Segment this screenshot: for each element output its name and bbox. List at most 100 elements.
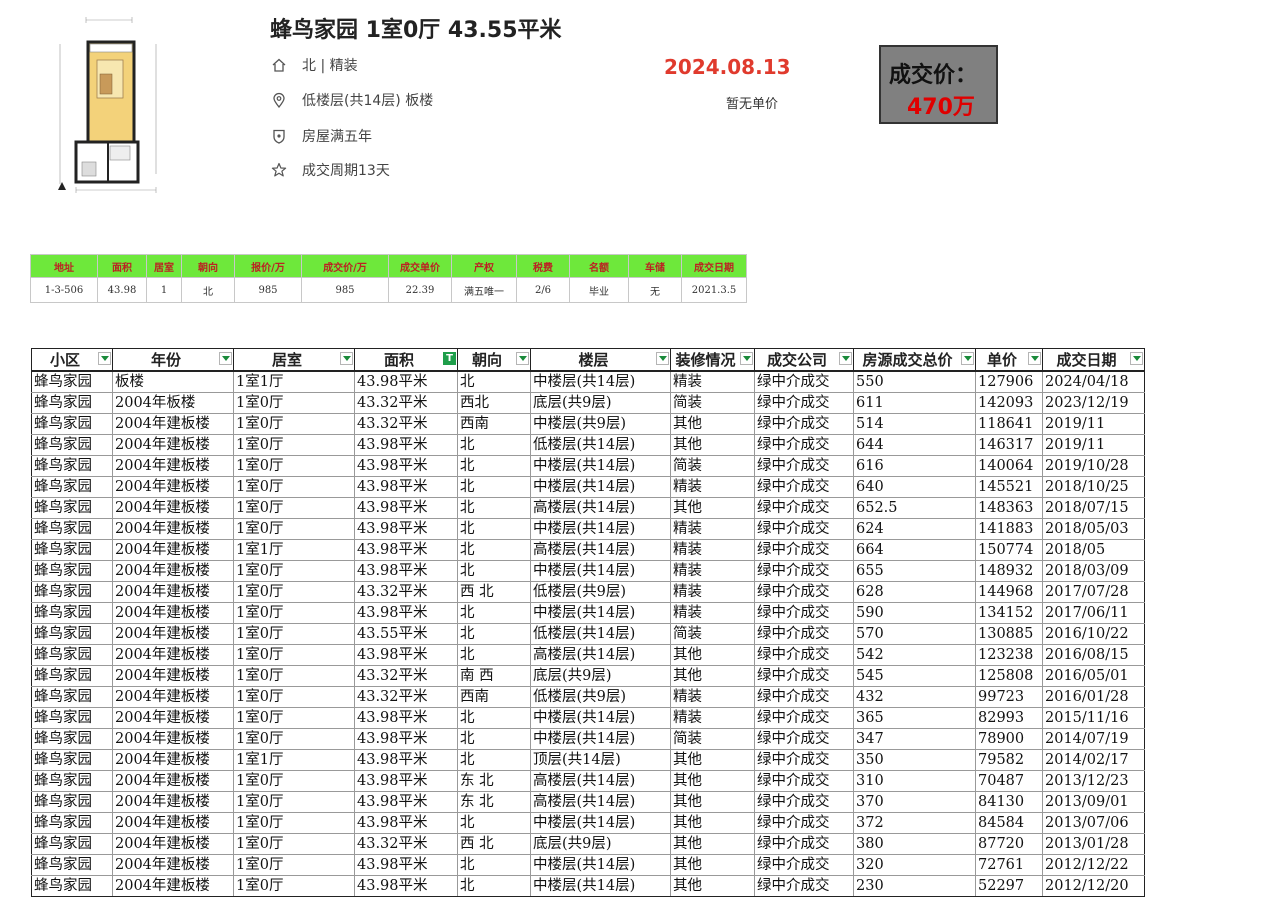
table-cell[interactable]: 2014/07/19 [1042, 728, 1145, 750]
table-cell[interactable]: 绿中介成交 [754, 770, 854, 792]
table-cell[interactable]: 43.32平米 [354, 392, 458, 414]
table-cell[interactable]: 绿中介成交 [754, 560, 854, 582]
table-cell[interactable]: 精装 [670, 518, 755, 540]
table-cell[interactable]: 其他 [670, 749, 755, 771]
table-cell[interactable]: 其他 [670, 812, 755, 834]
table-cell[interactable]: 2004年建板楼 [112, 791, 234, 813]
table-cell[interactable]: 43.98平米 [354, 812, 458, 834]
table-cell[interactable]: 1室0厅 [233, 707, 355, 729]
table-cell[interactable]: 绿中介成交 [754, 518, 854, 540]
table-cell[interactable]: 北 [457, 560, 531, 582]
table-cell[interactable]: 蜂鸟家园 [31, 707, 113, 729]
table-cell[interactable]: 1室0厅 [233, 791, 355, 813]
table-cell[interactable]: 绿中介成交 [754, 833, 854, 855]
table-cell[interactable]: 145521 [975, 476, 1043, 498]
table-cell[interactable]: 545 [853, 665, 976, 687]
table-cell[interactable]: 43.98平米 [354, 539, 458, 561]
table-cell[interactable]: 底层(共9层) [530, 833, 671, 855]
table-cell[interactable]: 绿中介成交 [754, 602, 854, 624]
table-cell[interactable]: 2018/05 [1042, 539, 1145, 561]
table-cell[interactable]: 蜂鸟家园 [31, 749, 113, 771]
table-cell[interactable]: 高楼层(共14层) [530, 497, 671, 519]
table-cell[interactable]: 43.98平米 [354, 560, 458, 582]
table-cell[interactable]: 2015/11/16 [1042, 707, 1145, 729]
table-cell[interactable]: 低楼层(共14层) [530, 623, 671, 645]
table-cell[interactable]: 西北 [457, 392, 531, 414]
table-cell[interactable]: 1室1厅 [233, 749, 355, 771]
table-cell[interactable]: 127906 [975, 370, 1043, 393]
table-cell[interactable]: 1室0厅 [233, 581, 355, 603]
table-cell[interactable]: 148363 [975, 497, 1043, 519]
table-cell[interactable]: 1室0厅 [233, 413, 355, 435]
table-cell[interactable]: 绿中介成交 [754, 455, 854, 477]
table-cell[interactable]: 2004年建板楼 [112, 413, 234, 435]
table-cell[interactable]: 140064 [975, 455, 1043, 477]
table-cell[interactable]: 43.98平米 [354, 602, 458, 624]
table-cell[interactable]: 118641 [975, 413, 1043, 435]
table-cell[interactable]: 2004年建板楼 [112, 854, 234, 876]
table-cell[interactable]: 1室0厅 [233, 476, 355, 498]
table-cell[interactable]: 精装 [670, 686, 755, 708]
table-cell[interactable]: 北 [457, 728, 531, 750]
table-cell[interactable]: 43.98平米 [354, 728, 458, 750]
table-cell[interactable]: 43.98平米 [354, 854, 458, 876]
table-cell[interactable]: 其他 [670, 770, 755, 792]
table-cell[interactable]: 2004年建板楼 [112, 728, 234, 750]
table-cell[interactable]: 2012/12/22 [1042, 854, 1145, 876]
table-cell[interactable]: 绿中介成交 [754, 539, 854, 561]
table-cell[interactable]: 绿中介成交 [754, 728, 854, 750]
table-cell[interactable]: 西 北 [457, 581, 531, 603]
table-cell[interactable]: 1室0厅 [233, 833, 355, 855]
table-cell[interactable]: 2012/12/20 [1042, 875, 1145, 897]
table-cell[interactable]: 2004年建板楼 [112, 749, 234, 771]
table-cell[interactable]: 中楼层(共14层) [530, 370, 671, 393]
filter-dropdown-icon[interactable] [219, 352, 232, 365]
table-cell[interactable]: 东 北 [457, 791, 531, 813]
table-cell[interactable]: 1室1厅 [233, 370, 355, 393]
table-cell[interactable]: 1室0厅 [233, 518, 355, 540]
table-cell[interactable]: 中楼层(共14层) [530, 602, 671, 624]
table-cell[interactable]: 1室0厅 [233, 854, 355, 876]
table-cell[interactable]: 精装 [670, 370, 755, 393]
table-cell[interactable]: 绿中介成交 [754, 875, 854, 897]
table-cell[interactable]: 1室0厅 [233, 434, 355, 456]
table-cell[interactable]: 550 [853, 370, 976, 393]
table-cell[interactable]: 蜂鸟家园 [31, 370, 113, 393]
table-cell[interactable]: 蜂鸟家园 [31, 497, 113, 519]
table-cell[interactable]: 320 [853, 854, 976, 876]
table-cell[interactable]: 北 [457, 812, 531, 834]
table-cell[interactable]: 2004年建板楼 [112, 455, 234, 477]
table-cell[interactable]: 绿中介成交 [754, 665, 854, 687]
table-cell[interactable]: 655 [853, 560, 976, 582]
table-cell[interactable]: 底层(共9层) [530, 665, 671, 687]
table-cell[interactable]: 72761 [975, 854, 1043, 876]
table-cell[interactable]: 蜂鸟家园 [31, 518, 113, 540]
table-cell[interactable]: 2016/10/22 [1042, 623, 1145, 645]
table-cell[interactable]: 北 [457, 370, 531, 393]
table-cell[interactable]: 蜂鸟家园 [31, 644, 113, 666]
table-cell[interactable]: 43.32平米 [354, 686, 458, 708]
table-cell[interactable]: 北 [457, 539, 531, 561]
table-cell[interactable]: 底层(共9层) [530, 392, 671, 414]
table-cell[interactable]: 611 [853, 392, 976, 414]
table-cell[interactable]: 高楼层(共14层) [530, 644, 671, 666]
table-cell[interactable]: 1室1厅 [233, 539, 355, 561]
table-cell[interactable]: 北 [457, 497, 531, 519]
table-cell[interactable]: 蜂鸟家园 [31, 791, 113, 813]
table-cell[interactable]: 1室0厅 [233, 560, 355, 582]
table-cell[interactable]: 高楼层(共14层) [530, 791, 671, 813]
table-cell[interactable]: 板楼 [112, 370, 234, 393]
table-cell[interactable]: 北 [457, 455, 531, 477]
filter-dropdown-icon[interactable] [98, 352, 111, 365]
table-cell[interactable]: 简装 [670, 455, 755, 477]
table-cell[interactable]: 蜂鸟家园 [31, 581, 113, 603]
table-cell[interactable]: 蜂鸟家园 [31, 812, 113, 834]
table-cell[interactable]: 蜂鸟家园 [31, 833, 113, 855]
table-cell[interactable]: 高楼层(共14层) [530, 770, 671, 792]
table-cell[interactable]: 43.98平米 [354, 707, 458, 729]
table-cell[interactable]: 624 [853, 518, 976, 540]
table-cell[interactable]: 2017/07/28 [1042, 581, 1145, 603]
table-cell[interactable]: 北 [457, 602, 531, 624]
table-cell[interactable]: 其他 [670, 497, 755, 519]
table-cell[interactable]: 简装 [670, 728, 755, 750]
